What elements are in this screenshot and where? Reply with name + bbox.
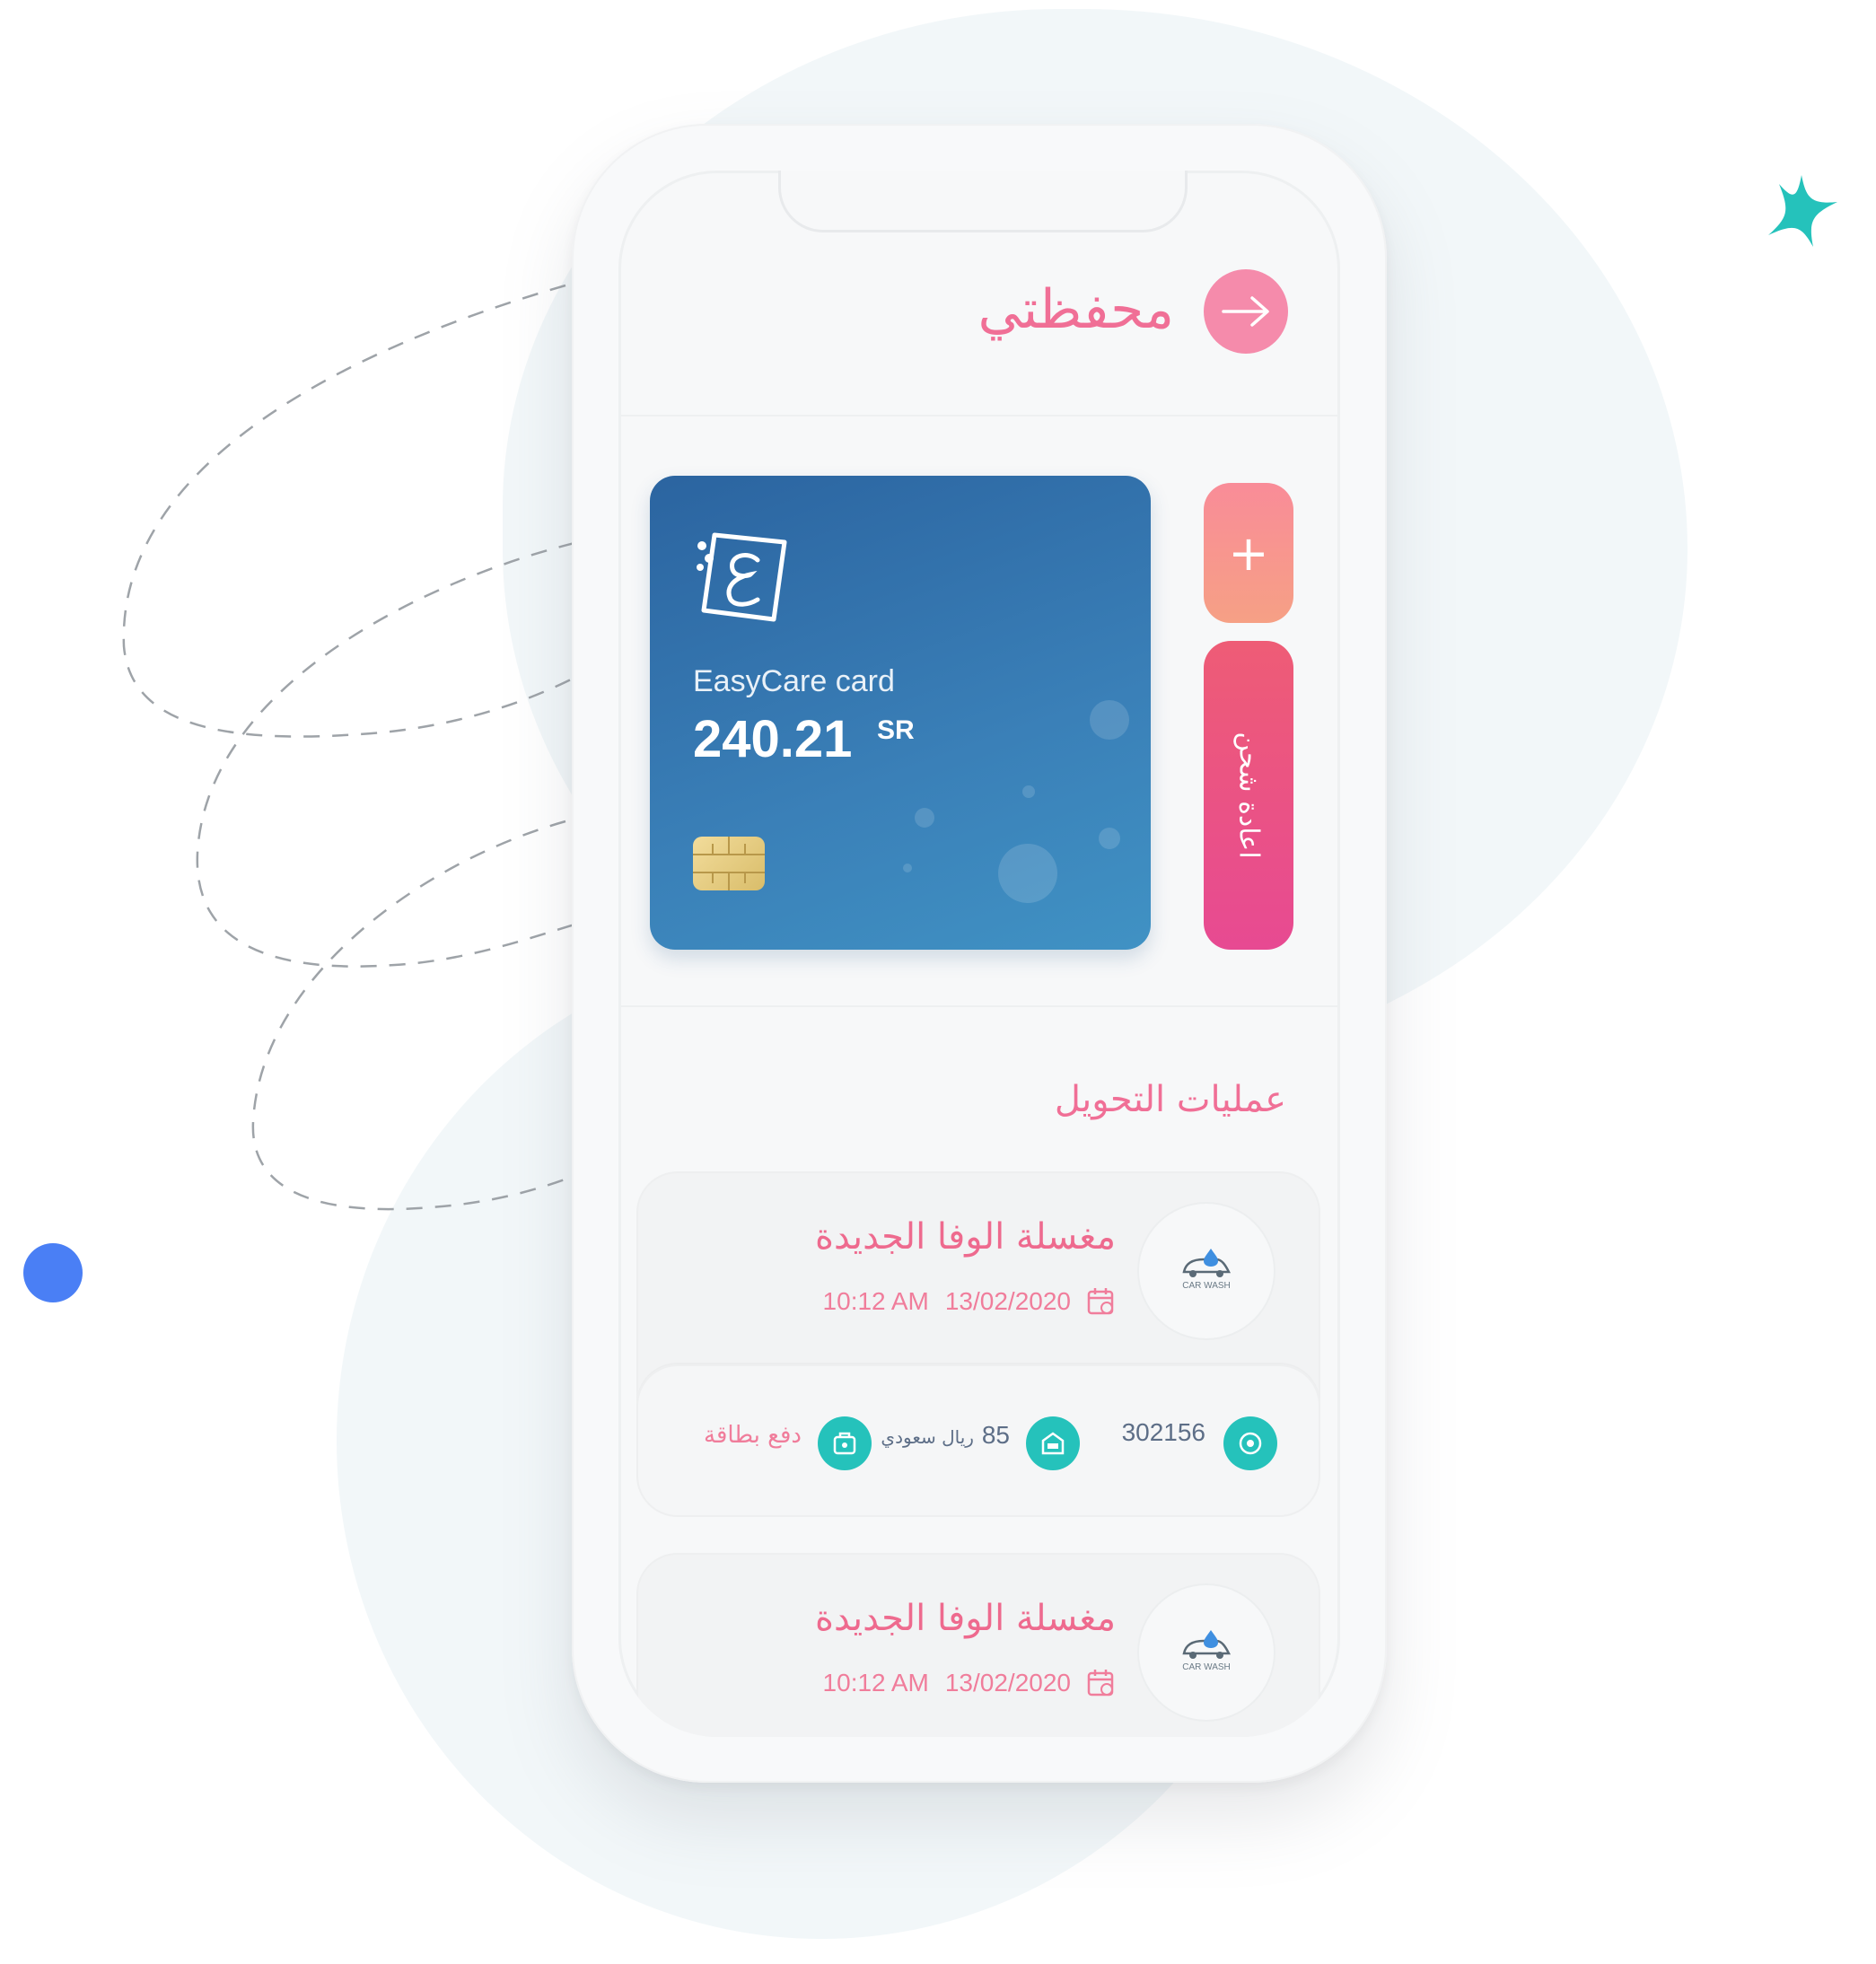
transaction-date: 13/02/2020	[944, 1669, 1071, 1697]
amount-currency: ريال سعودي	[881, 1426, 974, 1448]
car-wash-icon	[1182, 1630, 1232, 1659]
phone-notch	[778, 171, 1188, 232]
recharge-button[interactable]: اعادة شحن	[1204, 641, 1293, 950]
amount-value: 85	[981, 1421, 1010, 1449]
recharge-label: اعادة شحن	[1232, 732, 1265, 859]
transaction-details: 302156 85 ريال سعودي دفع بطاقة	[636, 1364, 1320, 1517]
merchant-name: مغسلة الوفا الجديدة	[815, 1216, 1116, 1258]
chip-icon	[693, 837, 765, 890]
card-bubble	[915, 808, 934, 828]
logo-caption: CAR WASH	[1182, 1662, 1231, 1672]
wallet-icon	[1026, 1416, 1080, 1470]
decorative-dot	[23, 1243, 83, 1302]
card-bubble	[903, 864, 912, 872]
payment-method: دفع بطاقة	[704, 1422, 802, 1449]
transaction-time: 10:12 AM	[822, 1287, 929, 1315]
calendar-icon	[1087, 1288, 1114, 1315]
arrow-right-icon	[1222, 296, 1269, 327]
transaction-card[interactable]: CAR WASH مغسلة الوفا الجديدة 10:12 AM 13…	[636, 1553, 1320, 1737]
wallet-card[interactable]: EasyCare card 240.21 SR	[650, 476, 1151, 950]
transaction-datetime: 10:12 AM 13/02/2020	[823, 1286, 1116, 1317]
transaction-code: 302156	[1121, 1418, 1205, 1446]
card-bubble	[1090, 700, 1129, 740]
car-wash-icon	[1182, 1249, 1232, 1277]
card-payment-icon	[818, 1416, 872, 1470]
card-bubble	[1022, 785, 1035, 798]
wallet-screen: محفظتي EasyCare card 240.21 SR + اعادة ش…	[618, 171, 1340, 1737]
phone-frame: محفظتي EasyCare card 240.21 SR + اعادة ش…	[572, 124, 1387, 1783]
back-button[interactable]	[1204, 269, 1288, 354]
page-title: محفظتي	[977, 278, 1174, 341]
reference-icon	[1223, 1416, 1277, 1470]
merchant-logo: CAR WASH	[1139, 1204, 1274, 1338]
plus-icon: +	[1228, 524, 1269, 582]
card-divider	[618, 1005, 1340, 1007]
merchant-name: مغسلة الوفا الجديدة	[815, 1598, 1116, 1639]
calendar-icon	[1087, 1670, 1114, 1697]
card-name: EasyCare card	[693, 664, 895, 698]
card-bubble	[998, 844, 1057, 903]
easycare-logo-icon	[697, 532, 787, 622]
card-currency: SR	[877, 715, 915, 745]
transaction-time: 10:12 AM	[822, 1669, 929, 1697]
card-balance: 240.21	[693, 710, 853, 768]
card-bubble	[1099, 828, 1120, 849]
sparkle-icon	[1761, 171, 1842, 251]
logo-caption: CAR WASH	[1182, 1281, 1231, 1291]
merchant-logo: CAR WASH	[1139, 1585, 1274, 1720]
transaction-datetime: 10:12 AM 13/02/2020	[823, 1668, 1116, 1698]
transaction-amount: 85 ريال سعودي	[881, 1420, 1010, 1450]
transactions-section-title: عمليات التحويل	[1054, 1079, 1286, 1120]
transaction-date: 13/02/2020	[944, 1287, 1071, 1315]
transaction-card[interactable]: CAR WASH مغسلة الوفا الجديدة 10:12 AM 13…	[636, 1171, 1320, 1517]
add-funds-button[interactable]: +	[1204, 483, 1293, 623]
header-divider	[618, 415, 1340, 416]
